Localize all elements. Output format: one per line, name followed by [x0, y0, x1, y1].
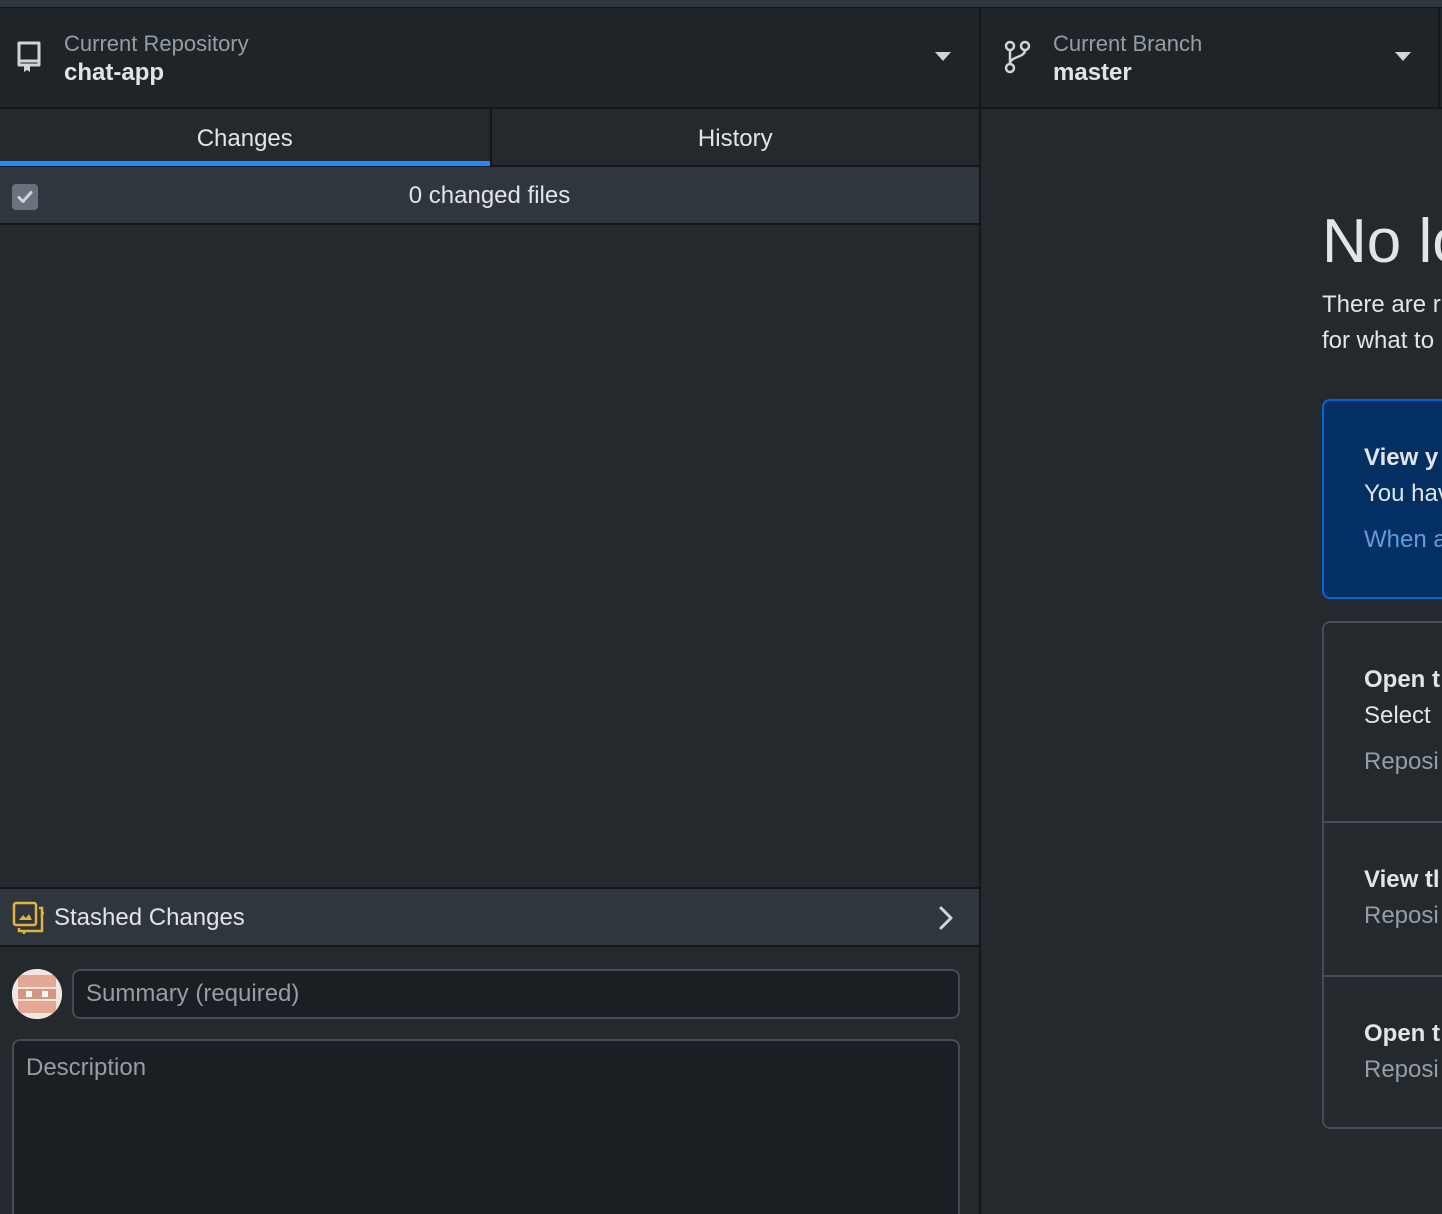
card-description: Select — [1364, 702, 1431, 729]
current-repository-label: Current Repository — [64, 31, 249, 56]
current-branch-dropdown[interactable]: Current Branch master — [981, 8, 1440, 107]
sidebar: Changes History 0 changed files Stashed … — [0, 109, 981, 1214]
blank-slate-subtitle-line: There are r — [1322, 291, 1441, 318]
suggested-action-card[interactable]: View tl Reposi — [1324, 823, 1442, 975]
card-meta: Reposi — [1364, 1056, 1439, 1083]
caret-down-icon — [1395, 52, 1411, 61]
suggested-actions-group: Open t Select Reposi View tl Reposi Open… — [1322, 621, 1442, 1129]
avatar-identicon-icon — [12, 969, 62, 1019]
stashed-changes-label: Stashed Changes — [54, 904, 245, 931]
avatar — [12, 969, 62, 1019]
tab-changes[interactable]: Changes — [0, 109, 490, 166]
repo-icon — [17, 41, 41, 72]
current-repository-dropdown[interactable]: Current Repository chat-app — [0, 8, 981, 107]
no-changes-blank-slate: No lo There are r for what to View y You… — [983, 109, 1442, 1214]
current-branch-name: master — [1053, 59, 1132, 86]
titlebar-edge — [0, 0, 1442, 8]
commit-message-area: Summary (required) Description — [0, 947, 979, 1214]
summary-input[interactable]: Summary (required) — [72, 969, 960, 1019]
card-meta: When a — [1364, 526, 1442, 553]
toolbar: Current Repository chat-app Current Bran… — [0, 8, 1442, 109]
blank-slate-subtitle-line: for what to — [1322, 327, 1435, 354]
description-input[interactable]: Description — [12, 1039, 960, 1214]
suggested-action-card[interactable]: Open t Select Reposi — [1324, 623, 1442, 821]
card-title: Open t — [1364, 666, 1440, 693]
git-branch-icon — [1004, 40, 1031, 74]
current-repository-name: chat-app — [64, 59, 165, 86]
caret-down-icon — [935, 52, 951, 61]
chevron-right-icon — [939, 906, 953, 930]
stashed-changes-button[interactable]: Stashed Changes — [0, 887, 979, 947]
blank-slate-subtitle: There are r for what to — [1322, 287, 1442, 359]
card-title: View y — [1364, 444, 1439, 471]
tab-history[interactable]: History — [489, 109, 979, 165]
card-title: View tl — [1364, 866, 1440, 893]
changes-list-header: 0 changed files — [0, 167, 979, 225]
tab-bar: Changes History — [0, 109, 979, 167]
card-meta: Reposi — [1364, 902, 1439, 929]
stash-icon — [12, 901, 44, 934]
changed-files-count: 0 changed files — [408, 182, 571, 209]
card-title: Open t — [1364, 1020, 1440, 1047]
suggested-action-card[interactable]: Open t Reposi — [1324, 977, 1442, 1127]
card-description: You hav — [1364, 480, 1442, 507]
blank-slate-title: No lo — [1322, 207, 1442, 276]
suggested-action-card-primary[interactable]: View y You hav When a — [1322, 399, 1442, 599]
current-branch-label: Current Branch — [1053, 31, 1203, 56]
changed-files-list — [0, 225, 979, 889]
github-desktop-window: Current Repository chat-app Current Bran… — [0, 0, 1442, 1214]
card-meta: Reposi — [1364, 748, 1439, 775]
